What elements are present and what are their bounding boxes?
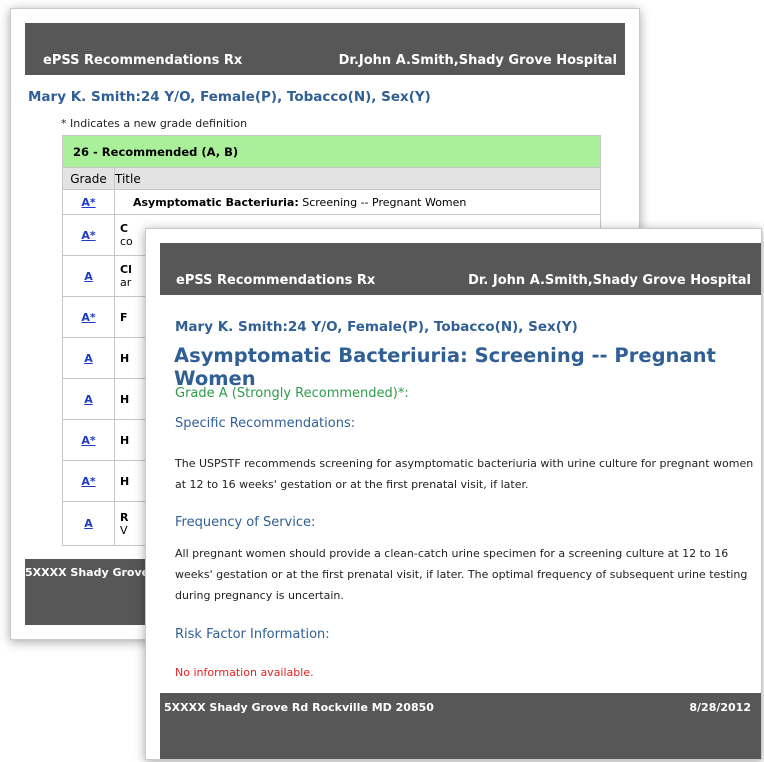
title-bold: R xyxy=(120,510,129,524)
title-rest: Screening -- Pregnant Women xyxy=(298,195,467,209)
recommendation-detail-window: ePSS Recommendations Rx Dr. John A.Smith… xyxy=(145,228,762,760)
footer-address: 5XXXX Shady Grove Rd Rockville MD 20850 xyxy=(164,701,434,714)
doctor-name: Dr.John A.Smith,Shady Grove Hospital xyxy=(338,53,617,68)
title-column-header: Title xyxy=(114,167,601,190)
app-title: ePSS Recommendations Rx xyxy=(43,53,243,68)
detail-header-bar: ePSS Recommendations Rx Dr. John A.Smith… xyxy=(160,243,761,295)
table-row[interactable]: A* Asymptomatic Bacteriuria: Screening -… xyxy=(62,189,601,215)
grade-link[interactable]: A xyxy=(84,352,93,365)
grade-column-header: Grade xyxy=(62,167,115,190)
frequency-heading: Frequency of Service: xyxy=(175,515,316,530)
grade-link[interactable]: A* xyxy=(81,311,95,324)
title-bold: Asymptomatic Bacteriuria: xyxy=(133,195,299,209)
title-bold: F xyxy=(120,310,128,324)
title-bold: H xyxy=(120,433,130,447)
patient-summary: Mary K. Smith:24 Y/O, Female(P), Tobacco… xyxy=(175,319,578,335)
list-header-bar: ePSS Recommendations Rx Dr.John A.Smith,… xyxy=(25,23,625,75)
patient-summary: Mary K. Smith:24 Y/O, Female(P), Tobacco… xyxy=(28,89,431,105)
doctor-name: Dr. John A.Smith,Shady Grove Hospital xyxy=(468,273,751,288)
frequency-text: All pregnant women should provide a clea… xyxy=(175,547,748,602)
grade-link[interactable]: A* xyxy=(81,434,95,447)
specific-recommendations-heading: Specific Recommendations: xyxy=(175,416,356,431)
recommendation-title[interactable]: Asymptomatic Bacteriuria: Screening -- P… xyxy=(114,189,601,215)
title-bold: C xyxy=(120,222,129,235)
grade-link[interactable]: A xyxy=(84,517,93,530)
app-title: ePSS Recommendations Rx xyxy=(176,273,376,288)
title-bold: H xyxy=(120,392,130,406)
footer-address: 5XXXX Shady Grove xyxy=(25,566,150,579)
grade-definition-note: * Indicates a new grade definition xyxy=(61,117,248,130)
footer-date: 8/28/2012 xyxy=(689,701,751,714)
title-line2: V xyxy=(120,523,128,537)
title-line2: ar xyxy=(120,276,132,289)
specific-recommendations-text: The USPSTF recommends screening for asym… xyxy=(175,457,754,491)
risk-factor-heading: Risk Factor Information: xyxy=(175,627,330,642)
grade-link[interactable]: A* xyxy=(81,196,95,209)
title-bold: H xyxy=(120,474,130,488)
title-bold: Cl xyxy=(120,263,132,276)
grade-link[interactable]: A xyxy=(84,270,93,283)
detail-footer-bar: 5XXXX Shady Grove Rd Rockville MD 20850 … xyxy=(160,693,761,759)
detail-page: ePSS Recommendations Rx Dr. John A.Smith… xyxy=(160,243,761,759)
title-line2: co xyxy=(120,235,133,248)
recommendation-group-header: 26 - Recommended (A, B) xyxy=(62,135,601,168)
grade-link[interactable]: A* xyxy=(81,475,95,488)
grade-label: Grade A (Strongly Recommended)*: xyxy=(175,386,409,401)
recommendation-title: Asymptomatic Bacteriuria: Screening -- P… xyxy=(174,344,716,390)
risk-factor-text: No information available. xyxy=(175,666,314,679)
grade-link[interactable]: A* xyxy=(81,229,95,242)
grade-link[interactable]: A xyxy=(84,393,93,406)
title-bold: H xyxy=(120,351,130,365)
